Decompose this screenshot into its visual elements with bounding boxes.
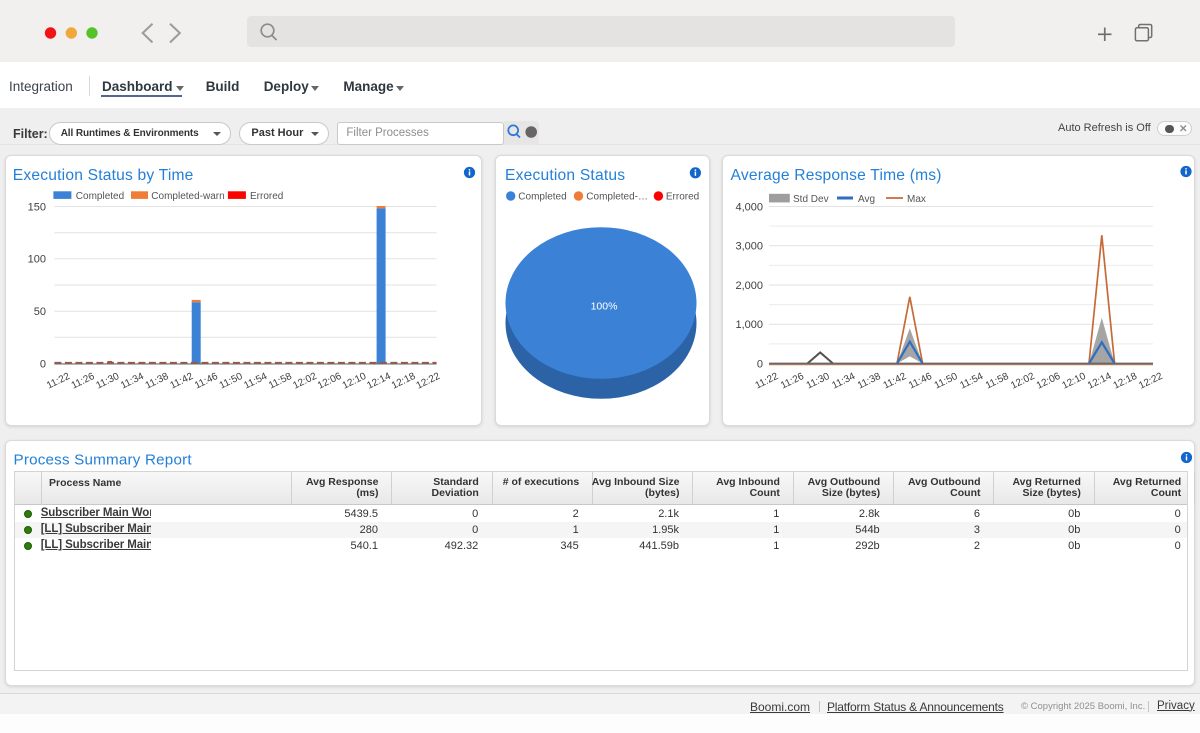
svg-text:Std Dev: Std Dev	[793, 194, 829, 205]
svg-text:11:22: 11:22	[754, 371, 781, 392]
svg-text:1,000: 1,000	[735, 319, 763, 331]
svg-text:Completed: Completed	[76, 191, 124, 202]
svg-text:Errored: Errored	[250, 191, 283, 202]
svg-text:Completed-…: Completed-…	[586, 192, 648, 203]
svg-text:12:10: 12:10	[341, 371, 369, 392]
svg-text:4,000: 4,000	[735, 201, 763, 213]
svg-text:11:58: 11:58	[267, 371, 294, 392]
svg-text:11:54: 11:54	[242, 371, 269, 392]
svg-text:12:22: 12:22	[1137, 371, 1165, 392]
svg-text:Completed-warn: Completed-warn	[151, 191, 224, 202]
svg-text:12:06: 12:06	[316, 371, 344, 392]
svg-text:11:42: 11:42	[882, 371, 909, 392]
svg-text:Process Summary Report: Process Summary Report	[14, 452, 193, 469]
svg-text:11:30: 11:30	[94, 371, 121, 392]
svg-text:11:26: 11:26	[779, 371, 806, 392]
svg-text:100: 100	[28, 254, 46, 266]
svg-text:11:26: 11:26	[70, 371, 97, 392]
svg-text:Average Response Time (ms): Average Response Time (ms)	[731, 167, 942, 184]
svg-text:11:50: 11:50	[933, 371, 960, 392]
svg-text:11:46: 11:46	[907, 371, 934, 392]
svg-text:12:02: 12:02	[1009, 371, 1037, 392]
svg-text:Completed: Completed	[518, 192, 566, 203]
svg-text:Execution Status: Execution Status	[505, 167, 625, 184]
svg-text:11:34: 11:34	[119, 371, 146, 392]
svg-text:12:06: 12:06	[1035, 371, 1063, 392]
svg-text:Execution Status by Time: Execution Status by Time	[13, 167, 194, 184]
svg-text:11:46: 11:46	[193, 371, 220, 392]
svg-text:0: 0	[757, 358, 763, 370]
svg-text:11:38: 11:38	[856, 371, 883, 392]
svg-text:0: 0	[40, 358, 46, 370]
svg-text:11:42: 11:42	[168, 371, 195, 392]
svg-text:11:34: 11:34	[830, 371, 857, 392]
svg-text:11:58: 11:58	[984, 371, 1011, 392]
svg-text:Max: Max	[907, 194, 926, 205]
svg-text:3,000: 3,000	[735, 241, 763, 253]
svg-text:50: 50	[34, 306, 46, 318]
svg-text:100%: 100%	[591, 301, 618, 313]
svg-text:11:54: 11:54	[958, 371, 985, 392]
svg-text:150: 150	[28, 201, 46, 213]
svg-text:11:38: 11:38	[144, 371, 171, 392]
svg-text:12:18: 12:18	[390, 371, 418, 392]
svg-text:11:22: 11:22	[45, 371, 72, 392]
svg-text:12:10: 12:10	[1060, 371, 1088, 392]
svg-text:2,000: 2,000	[735, 280, 763, 292]
svg-text:12:02: 12:02	[291, 371, 319, 392]
svg-text:12:14: 12:14	[1086, 371, 1114, 392]
svg-text:12:22: 12:22	[415, 371, 443, 392]
svg-text:11:30: 11:30	[805, 371, 832, 392]
svg-text:12:18: 12:18	[1112, 371, 1140, 392]
svg-text:Avg: Avg	[858, 194, 875, 205]
svg-text:11:50: 11:50	[218, 371, 245, 392]
svg-text:12:14: 12:14	[365, 371, 393, 392]
svg-text:Errored: Errored	[666, 192, 699, 203]
